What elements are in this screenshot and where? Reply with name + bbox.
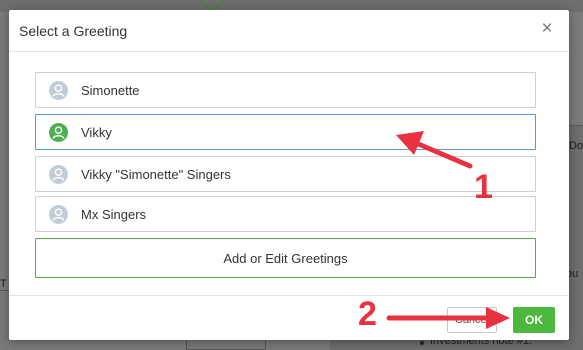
add-edit-greetings-button[interactable]: Add or Edit Greetings	[35, 238, 536, 278]
greeting-option-full-name[interactable]: Vikky "Simonette" Singers	[35, 156, 536, 192]
user-icon	[49, 81, 68, 100]
background-divider	[0, 290, 9, 291]
greeting-option-label: Vikky	[81, 125, 112, 140]
add-edit-greetings-label: Add or Edit Greetings	[223, 251, 348, 266]
cancel-button[interactable]: Cancel	[447, 307, 497, 333]
background-right-text: Do	[569, 140, 583, 152]
dialog-footer-divider	[9, 295, 569, 296]
ok-button[interactable]: OK	[513, 307, 555, 333]
background-left-text: T	[0, 278, 7, 290]
dialog-title: Select a Greeting	[19, 23, 128, 39]
greeting-option-simonette[interactable]: Simonette	[35, 72, 536, 108]
annotation-marker-1: 1	[474, 168, 493, 206]
greeting-option-label: Vikky "Simonette" Singers	[81, 167, 231, 182]
greeting-option-label: Mx Singers	[81, 207, 147, 222]
greeting-option-vikky[interactable]: Vikky	[35, 114, 536, 150]
user-icon	[49, 165, 68, 184]
greeting-option-mx-singers[interactable]: Mx Singers	[35, 196, 536, 232]
dialog-header: Select a Greeting ×	[9, 10, 569, 52]
greeting-option-label: Simonette	[81, 83, 140, 98]
close-icon[interactable]: ×	[539, 19, 555, 38]
background-bullet	[420, 341, 424, 345]
annotation-marker-2: 2	[358, 295, 377, 333]
user-icon	[49, 205, 68, 224]
user-icon	[49, 123, 68, 142]
